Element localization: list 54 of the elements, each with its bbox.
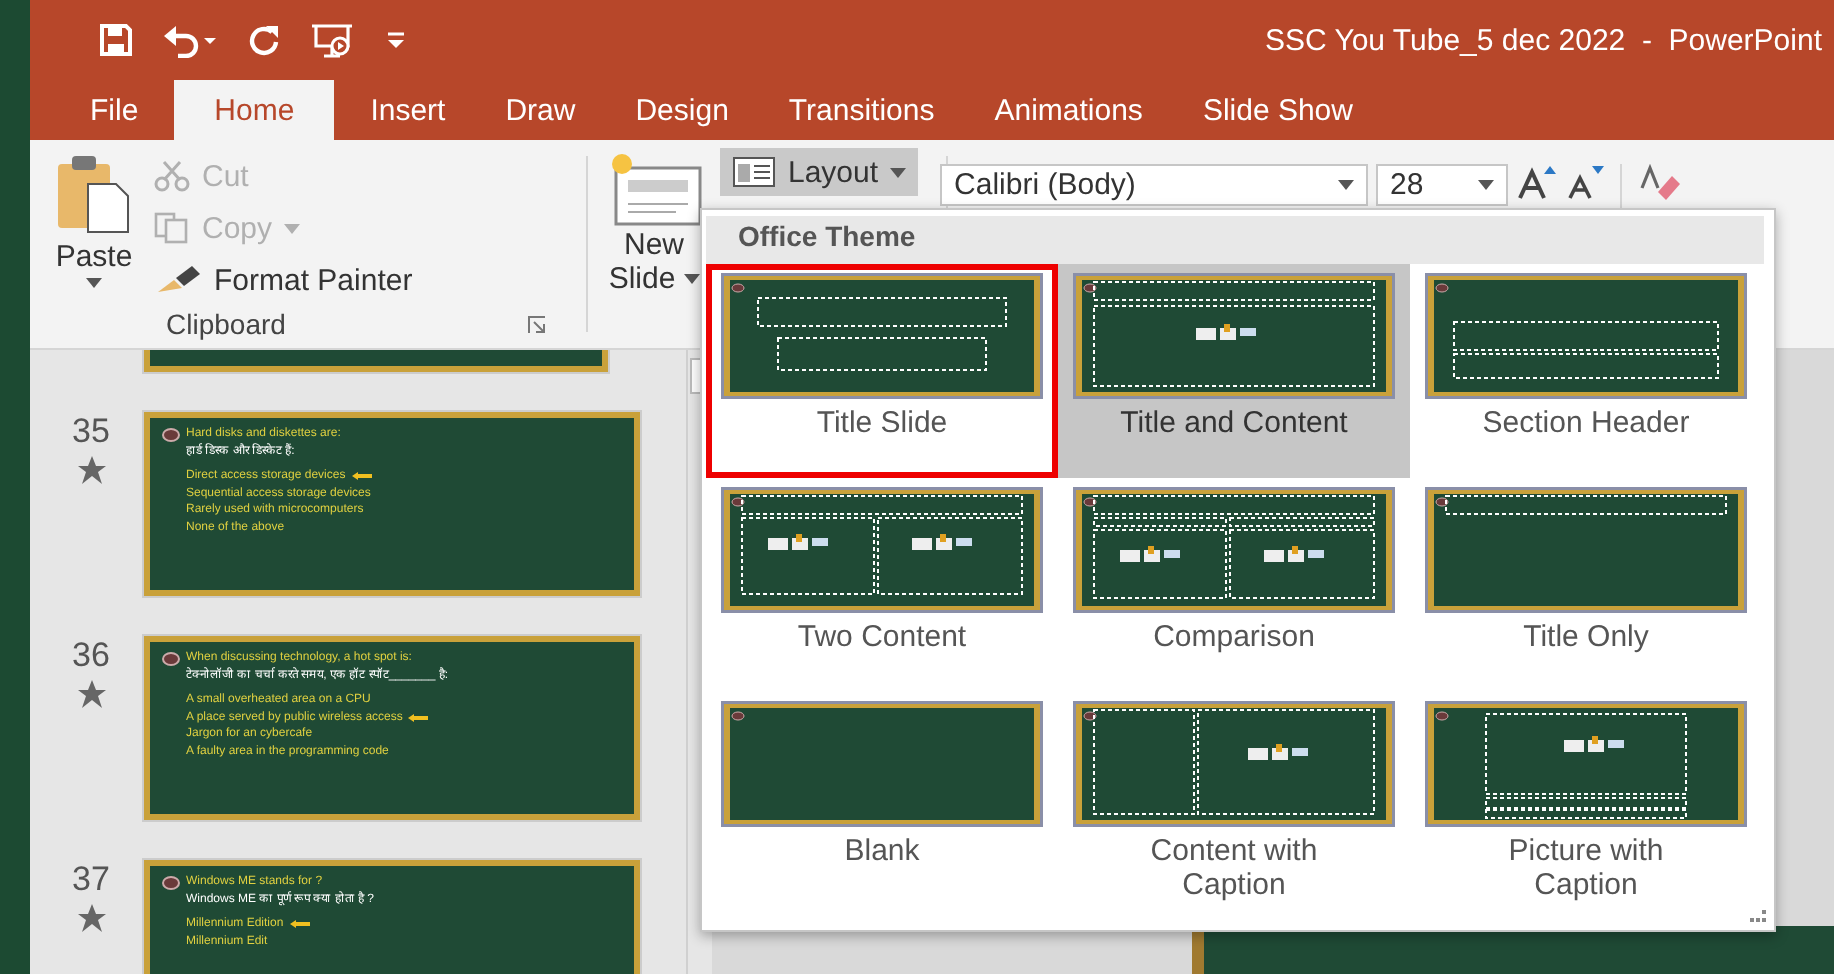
ribbon-tab[interactable]: Home — [174, 80, 335, 140]
format-painter-button[interactable]: Format Painter — [150, 256, 417, 304]
group-label: Clipboard — [166, 308, 286, 340]
layout-option[interactable]: Comparison — [1058, 478, 1410, 692]
caret-icon — [1338, 180, 1355, 190]
clipboard-icon — [54, 152, 134, 236]
caret-icon — [284, 223, 301, 233]
slide-number: 36 — [72, 636, 110, 676]
caret-icon — [890, 167, 907, 177]
ribbon-tab[interactable]: Slide Show — [1178, 80, 1377, 140]
ribbon-tab[interactable]: Insert — [346, 80, 470, 140]
scissors-icon — [154, 160, 190, 192]
layout-option[interactable]: Blank — [706, 692, 1058, 906]
logo-icon — [162, 428, 180, 442]
dialog-launcher-icon[interactable] — [528, 315, 546, 333]
layout-icon — [732, 156, 776, 188]
font-size-field[interactable]: 28 — [1376, 164, 1509, 206]
decrease-font-icon[interactable] — [1564, 164, 1605, 200]
brush-icon — [154, 264, 202, 296]
paste-button[interactable]: Paste — [46, 148, 142, 304]
ribbon-tab[interactable]: File — [66, 80, 163, 140]
customize-caret-icon[interactable] — [386, 30, 406, 50]
increase-font-icon[interactable] — [1516, 164, 1557, 200]
undo-icon[interactable] — [162, 22, 218, 58]
ribbon-tab[interactable]: Draw — [481, 80, 600, 140]
save-icon[interactable] — [98, 22, 134, 58]
slide-number: 37 — [72, 860, 110, 900]
font-family-field[interactable]: Calibri (Body) — [940, 164, 1369, 206]
logo-icon — [162, 876, 180, 890]
layout-option[interactable]: Picture with Caption — [1410, 692, 1762, 906]
resize-grip-icon[interactable] — [1750, 910, 1766, 922]
slide-thumbnail[interactable] — [144, 350, 608, 372]
presentation-icon[interactable] — [310, 22, 358, 58]
layout-option[interactable]: Title and Content — [1058, 264, 1410, 478]
gallery-header: Office Theme — [706, 216, 1764, 264]
copy-icon — [154, 212, 190, 244]
caret-icon — [86, 278, 102, 288]
layout-option[interactable]: Title Only — [1410, 478, 1762, 692]
repeat-icon[interactable] — [246, 22, 282, 58]
layout-option[interactable]: Section Header — [1410, 264, 1762, 478]
logo-icon — [162, 652, 180, 666]
layout-button[interactable]: Layout — [720, 148, 919, 196]
ribbon-tab[interactable]: Design — [611, 80, 753, 140]
caret-icon — [683, 274, 700, 284]
ribbon-tab[interactable]: Animations — [970, 80, 1167, 140]
slide-thumbnail[interactable] — [144, 636, 640, 820]
layout-option[interactable]: Content with Caption — [1058, 692, 1410, 906]
ribbon-tab[interactable]: Transitions — [764, 80, 959, 140]
eraser-icon[interactable] — [1638, 164, 1683, 200]
slide-number: 35 — [72, 412, 110, 452]
caret-icon — [1478, 180, 1495, 190]
window-title: SSC You Tube_5 dec 2022 - PowerPoint — [1264, 23, 1822, 57]
layout-option[interactable]: Title Slide — [706, 264, 1058, 478]
layout-option[interactable]: Two Content — [706, 478, 1058, 692]
